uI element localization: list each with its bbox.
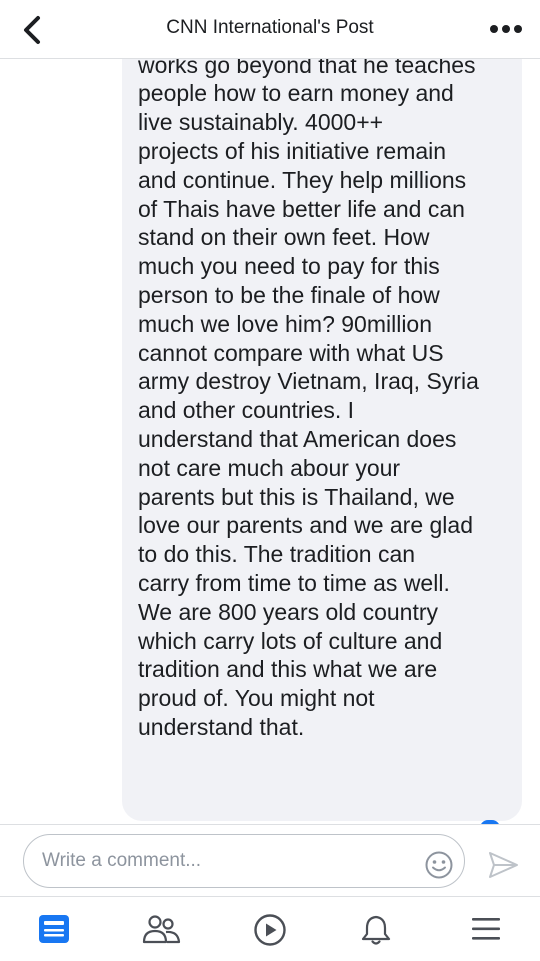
tab-notifications[interactable] <box>354 907 398 951</box>
send-icon <box>489 852 518 878</box>
page-title: CNN International's Post <box>166 17 374 38</box>
tab-menu[interactable] <box>464 907 508 951</box>
menu-hamburger-icon <box>472 918 500 940</box>
comment-input[interactable] <box>23 834 465 888</box>
tab-friends[interactable] <box>140 907 184 951</box>
friends-icon <box>142 915 181 944</box>
bottom-tab-bar <box>0 896 540 961</box>
news-feed-icon <box>39 915 69 943</box>
tab-news-feed[interactable] <box>32 907 76 951</box>
comment-composer <box>0 824 540 897</box>
comment-text: many people in a year? And afterter that… <box>138 59 479 740</box>
emoji-smile-icon <box>425 851 453 879</box>
emoji-button[interactable] <box>424 850 454 880</box>
comment-thread[interactable]: many people in a year? And afterter that… <box>0 59 540 824</box>
post-header: CNN International's Post <box>0 0 540 59</box>
tab-watch[interactable] <box>248 907 292 951</box>
send-button[interactable] <box>486 849 520 881</box>
notifications-bell-icon <box>361 915 391 945</box>
watch-play-icon <box>254 914 286 946</box>
more-dots-icon <box>490 25 522 33</box>
more-options-button[interactable] <box>486 14 526 44</box>
